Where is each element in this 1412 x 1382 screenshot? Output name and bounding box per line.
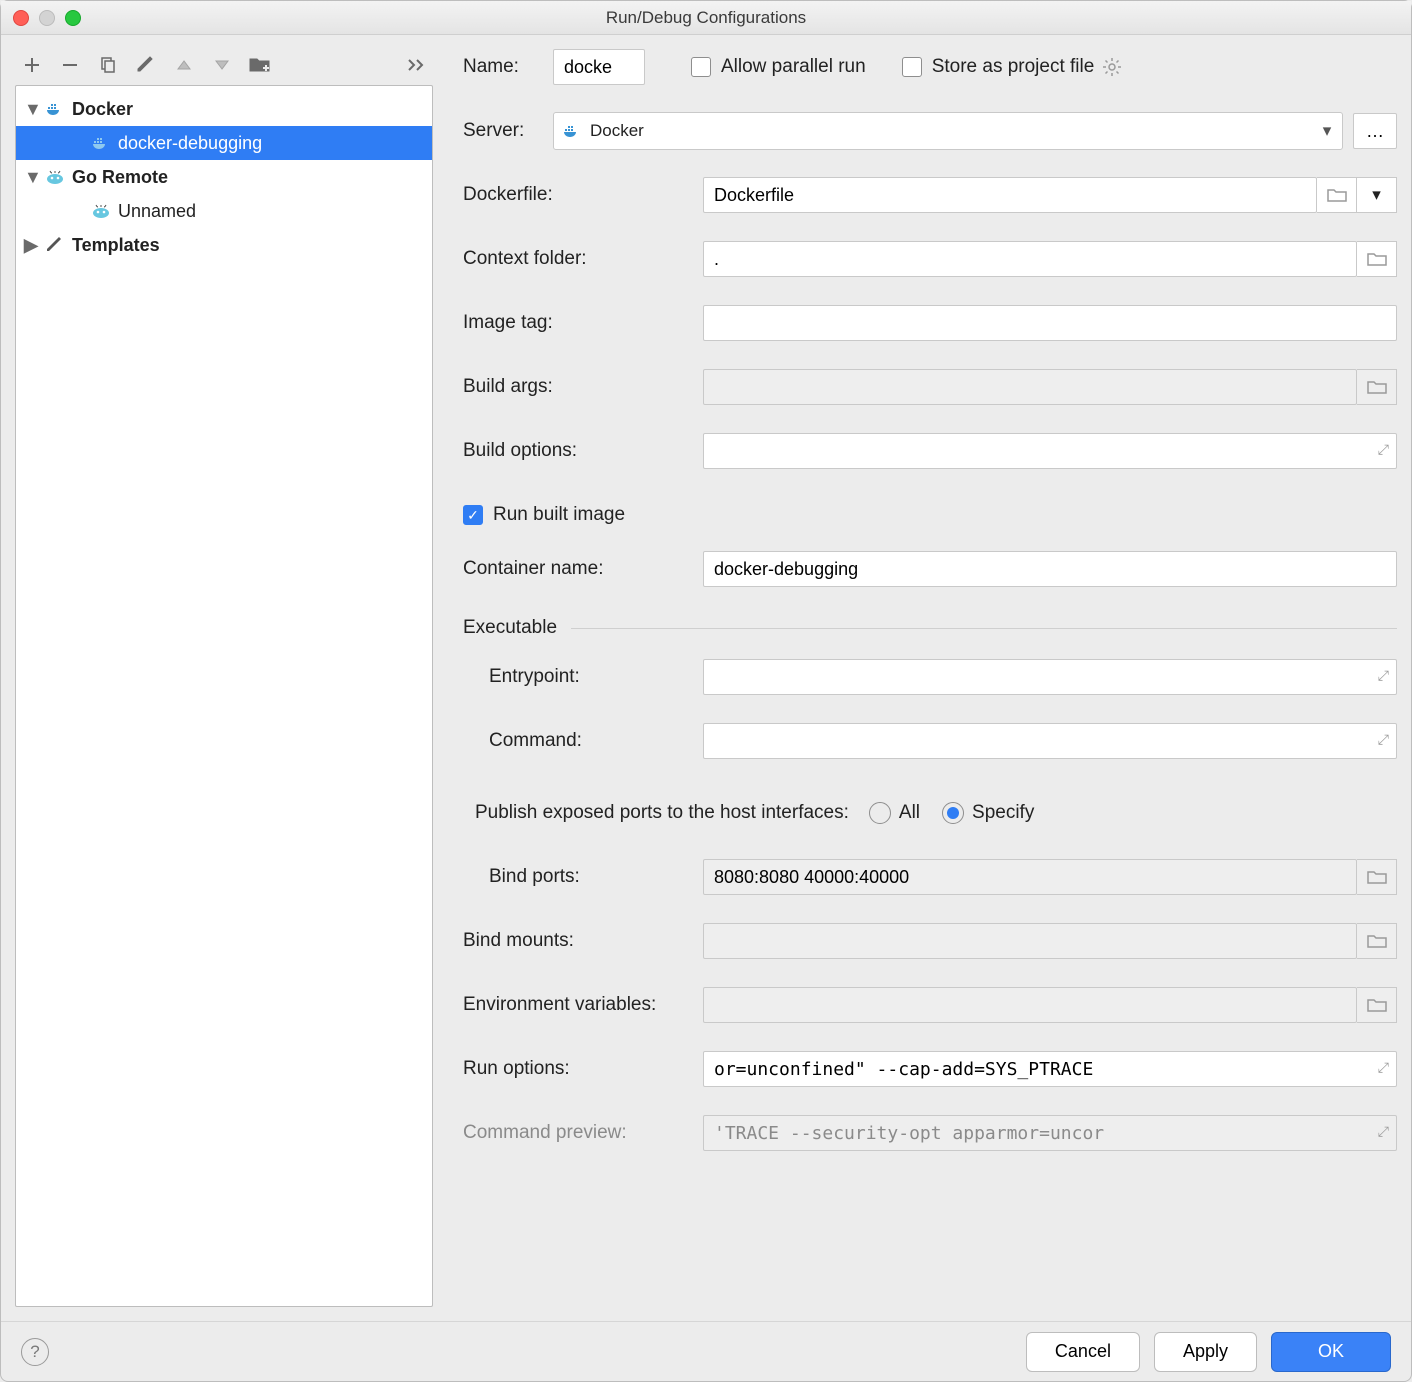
tree-label: Templates (72, 235, 160, 256)
config-tree[interactable]: ▼ Docker docker-debugging ▼ (15, 85, 433, 1307)
expand-icon[interactable]: ⤢ (1378, 667, 1389, 684)
runopts-input[interactable] (703, 1051, 1397, 1087)
toolbar-overflow-button[interactable] (405, 54, 427, 76)
config-toolbar (15, 45, 433, 85)
store-project-checkbox[interactable] (902, 57, 922, 77)
bindmounts-label: Bind mounts: (463, 930, 703, 952)
entrypoint-input[interactable] (703, 659, 1397, 695)
dockerfile-input[interactable] (703, 177, 1317, 213)
folder-icon[interactable] (1317, 177, 1357, 213)
window-title: Run/Debug Configurations (1, 8, 1411, 28)
docker-icon (90, 134, 112, 152)
folder-icon[interactable] (1357, 241, 1397, 277)
imgtag-input[interactable] (703, 305, 1397, 341)
imgtag-label: Image tag: (463, 312, 703, 334)
folder-new-button[interactable] (249, 54, 271, 76)
context-label: Context folder: (463, 248, 703, 270)
store-project-label: Store as project file (932, 56, 1095, 78)
expand-icon[interactable]: ⤢ (1378, 731, 1389, 748)
ok-button[interactable]: OK (1271, 1332, 1391, 1372)
envvars-input[interactable] (703, 987, 1357, 1023)
cmdpreview-input (703, 1115, 1397, 1151)
window-close-button[interactable] (13, 10, 29, 26)
server-select[interactable]: Docker ▾ (553, 112, 1343, 150)
help-button[interactable]: ? (21, 1338, 49, 1366)
publish-specify-radio[interactable] (942, 802, 964, 824)
tree-label: Unnamed (118, 201, 196, 222)
apply-button[interactable]: Apply (1154, 1332, 1257, 1372)
docker-icon (44, 100, 66, 118)
cancel-button[interactable]: Cancel (1026, 1332, 1140, 1372)
context-input[interactable] (703, 241, 1357, 277)
docker-icon (562, 123, 582, 139)
runopts-label: Run options: (463, 1058, 703, 1080)
tree-label: docker-debugging (118, 133, 262, 154)
run-built-checkbox[interactable]: ✓ (463, 505, 483, 525)
go-remote-icon (90, 202, 112, 220)
folder-icon[interactable] (1357, 369, 1397, 405)
server-value: Docker (590, 121, 644, 141)
container-input[interactable] (703, 551, 1397, 587)
name-input[interactable] (553, 49, 645, 85)
cmdpreview-label: Command preview: (463, 1122, 703, 1144)
executable-header: Executable (463, 617, 557, 639)
tree-label: Go Remote (72, 167, 168, 188)
tree-node-unnamed[interactable]: Unnamed (16, 194, 432, 228)
server-browse-button[interactable]: … (1353, 113, 1397, 149)
command-input[interactable] (703, 723, 1397, 759)
window-maximize-button[interactable] (65, 10, 81, 26)
folder-icon[interactable] (1357, 987, 1397, 1023)
chevron-down-icon[interactable]: ▾ (1357, 177, 1397, 213)
publish-all-radio[interactable] (869, 802, 891, 824)
publish-specify-label: Specify (972, 802, 1034, 824)
name-label: Name: (463, 56, 553, 78)
gear-icon[interactable] (1102, 57, 1122, 77)
expand-icon[interactable]: ⤢ (1378, 1123, 1389, 1140)
command-label: Command: (463, 730, 703, 752)
run-built-label: Run built image (493, 504, 625, 526)
dockerfile-label: Dockerfile: (463, 184, 703, 206)
allow-parallel-label: Allow parallel run (721, 56, 866, 78)
chevron-down-icon: ▾ (1312, 121, 1342, 141)
expand-icon[interactable]: ⤢ (1378, 441, 1389, 458)
move-down-button[interactable] (211, 54, 233, 76)
tree-node-go-remote[interactable]: ▼ Go Remote (16, 160, 432, 194)
folder-icon[interactable] (1357, 859, 1397, 895)
buildopts-label: Build options: (463, 440, 703, 462)
expand-icon[interactable]: ⤢ (1378, 1059, 1389, 1076)
add-config-button[interactable] (21, 54, 43, 76)
tree-node-templates[interactable]: ▶ Templates (16, 228, 432, 262)
move-up-button[interactable] (173, 54, 195, 76)
server-label: Server: (463, 120, 553, 142)
publish-all-label: All (899, 802, 920, 824)
bindports-label: Bind ports: (463, 866, 703, 888)
tree-label: Docker (72, 99, 133, 120)
go-remote-icon (44, 168, 66, 186)
buildopts-input[interactable] (703, 433, 1397, 469)
divider (571, 628, 1397, 629)
window-minimize-button[interactable] (39, 10, 55, 26)
edit-defaults-button[interactable] (135, 54, 157, 76)
copy-config-button[interactable] (97, 54, 119, 76)
tree-node-docker[interactable]: ▼ Docker (16, 92, 432, 126)
bindmounts-input[interactable] (703, 923, 1357, 959)
buildargs-label: Build args: (463, 376, 703, 398)
allow-parallel-checkbox[interactable] (691, 57, 711, 77)
wrench-icon (44, 236, 66, 254)
folder-icon[interactable] (1357, 923, 1397, 959)
remove-config-button[interactable] (59, 54, 81, 76)
buildargs-input[interactable] (703, 369, 1357, 405)
tree-node-docker-debugging[interactable]: docker-debugging (16, 126, 432, 160)
publish-label: Publish exposed ports to the host interf… (463, 802, 849, 824)
bindports-input[interactable] (703, 859, 1357, 895)
entrypoint-label: Entrypoint: (463, 666, 703, 688)
envvars-label: Environment variables: (463, 994, 703, 1016)
titlebar: Run/Debug Configurations (1, 1, 1411, 35)
container-label: Container name: (463, 558, 703, 580)
